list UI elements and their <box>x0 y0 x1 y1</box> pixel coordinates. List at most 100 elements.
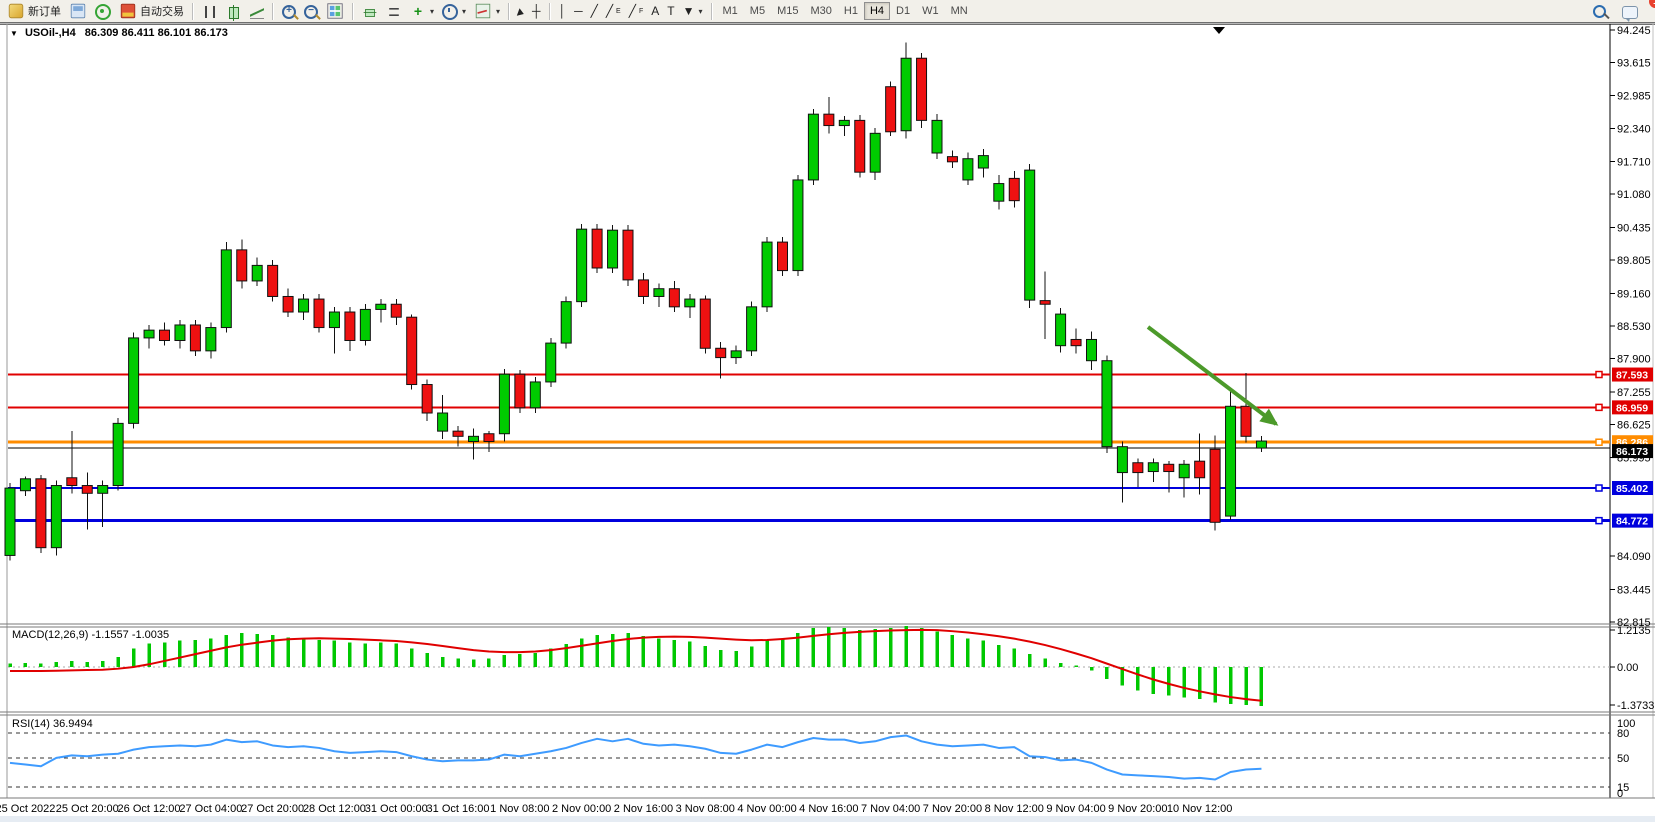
candle <box>376 304 386 309</box>
candle <box>144 330 154 338</box>
candle <box>824 114 834 125</box>
text-label-button[interactable]: T <box>663 0 678 22</box>
candle <box>299 299 309 312</box>
timeframe-h4[interactable]: H4 <box>864 2 890 20</box>
crosshair-button[interactable]: ┼ <box>528 0 545 22</box>
line-chart-icon <box>250 6 264 19</box>
search-button[interactable] <box>1589 0 1610 22</box>
chart-shift-button[interactable] <box>382 0 406 22</box>
svg-text:26 Oct 12:00: 26 Oct 12:00 <box>118 803 181 815</box>
trendline-button[interactable]: ╱ <box>587 0 602 22</box>
timeframe-d1[interactable]: D1 <box>890 2 916 20</box>
candle <box>917 58 927 120</box>
svg-text:1.2135: 1.2135 <box>1617 625 1651 637</box>
svg-text:0: 0 <box>1617 788 1623 800</box>
signals-button[interactable] <box>91 0 115 22</box>
candle <box>283 296 293 312</box>
templates-button[interactable]: ▾ <box>470 0 504 22</box>
caret-down-icon: ▾ <box>698 7 702 16</box>
chart-shift-icon <box>389 8 399 16</box>
candle <box>1056 314 1066 346</box>
terminal-button[interactable] <box>65 0 91 22</box>
candle <box>1102 361 1112 447</box>
channel-sub-label: E <box>616 8 621 15</box>
tile-windows-icon <box>327 3 342 18</box>
candle <box>747 307 757 351</box>
candlestick-chart-button[interactable] <box>222 0 246 22</box>
timeframe-w1[interactable]: W1 <box>916 2 945 20</box>
tile-windows-button[interactable] <box>322 0 348 22</box>
chart-ohlc-values: 86.309 86.411 86.101 86.173 <box>85 27 228 39</box>
candle <box>1117 447 1127 473</box>
shapes-button[interactable]: ▼▾ <box>679 0 707 22</box>
shapes-icon: ▼ <box>683 4 695 18</box>
zoom-in-button[interactable]: + <box>278 0 300 22</box>
timeframe-m1[interactable]: M1 <box>717 2 744 20</box>
svg-text:2 Nov 16:00: 2 Nov 16:00 <box>614 803 673 815</box>
fibonacci-button[interactable]: ╱F <box>625 0 648 22</box>
new-order-button[interactable]: 新订单 <box>3 0 65 22</box>
price-chart-canvas[interactable]: 94.24593.61592.98592.34091.71091.08090.4… <box>0 0 1655 822</box>
svg-text:93.615: 93.615 <box>1617 58 1651 70</box>
bar-chart-icon <box>205 6 215 18</box>
svg-text:25 Oct 20:00: 25 Oct 20:00 <box>56 803 119 815</box>
indicators-button[interactable]: +▾ <box>406 0 438 22</box>
candle <box>98 486 108 494</box>
candle <box>160 330 170 340</box>
candle <box>314 299 324 327</box>
candle <box>67 478 77 486</box>
candle <box>329 312 339 328</box>
horizontal-line-button[interactable]: ─ <box>570 0 587 22</box>
bar-chart-button[interactable] <box>198 0 222 22</box>
candle <box>237 250 247 281</box>
candle <box>793 180 803 271</box>
clock-icon <box>442 4 458 20</box>
periods-button[interactable]: ▾ <box>438 0 470 22</box>
candle <box>1148 463 1158 472</box>
candle <box>561 302 571 343</box>
svg-text:3 Nov 08:00: 3 Nov 08:00 <box>676 803 735 815</box>
text-tool-button[interactable]: A <box>647 0 663 22</box>
notifications-button[interactable]: 1 <box>1618 0 1642 22</box>
toolbar-right-cluster: 1 <box>1589 0 1652 22</box>
macd-signal-line <box>10 630 1261 701</box>
timeframe-h1[interactable]: H1 <box>838 2 864 20</box>
candle <box>1210 449 1220 522</box>
auto-trading-button[interactable]: 自动交易 <box>115 0 188 22</box>
cursor-button[interactable] <box>514 0 528 22</box>
svg-text:27 Oct 20:00: 27 Oct 20:00 <box>241 803 304 815</box>
candle <box>345 312 355 340</box>
zoom-out-button[interactable]: − <box>300 0 322 22</box>
candles-layer <box>5 43 1266 561</box>
candle <box>1087 339 1097 360</box>
timeframe-m15[interactable]: M15 <box>771 2 804 20</box>
svg-text:87.593: 87.593 <box>1616 370 1648 382</box>
toolbar-separator <box>352 3 354 20</box>
symbol-dropdown-icon[interactable]: ▼ <box>10 29 18 38</box>
candle <box>515 374 525 408</box>
main-toolbar: 新订单 自动交易 + − +▾ ▾ ▾ ┼ │ ─ ╱ ╱E ╱F A T ▼▾ <box>0 0 1655 23</box>
candle <box>5 488 15 555</box>
vertical-line-button[interactable]: │ <box>555 0 571 22</box>
svg-text:-1.3733: -1.3733 <box>1617 700 1654 712</box>
chart-shift-marker <box>1213 27 1225 34</box>
timeframe-m30[interactable]: M30 <box>804 2 837 20</box>
candle <box>669 289 679 307</box>
svg-text:84.090: 84.090 <box>1617 551 1651 563</box>
svg-text:85.402: 85.402 <box>1616 483 1648 495</box>
candle <box>978 156 988 168</box>
svg-text:88.530: 88.530 <box>1617 321 1651 333</box>
svg-text:91.080: 91.080 <box>1617 189 1651 201</box>
equidistant-channel-button[interactable]: ╱E <box>602 0 625 22</box>
candle <box>391 304 401 317</box>
auto-scroll-button[interactable] <box>358 0 382 22</box>
timeframe-mn[interactable]: MN <box>945 2 974 20</box>
auto-trading-label: 自动交易 <box>140 3 184 19</box>
candle <box>1040 301 1050 305</box>
channel-icon: ╱ <box>606 4 613 18</box>
svg-text:7 Nov 04:00: 7 Nov 04:00 <box>861 803 920 815</box>
candle <box>438 413 448 431</box>
rsi-layer: 1008050150 <box>8 718 1635 800</box>
timeframe-m5[interactable]: M5 <box>744 2 771 20</box>
line-chart-button[interactable] <box>246 0 268 22</box>
